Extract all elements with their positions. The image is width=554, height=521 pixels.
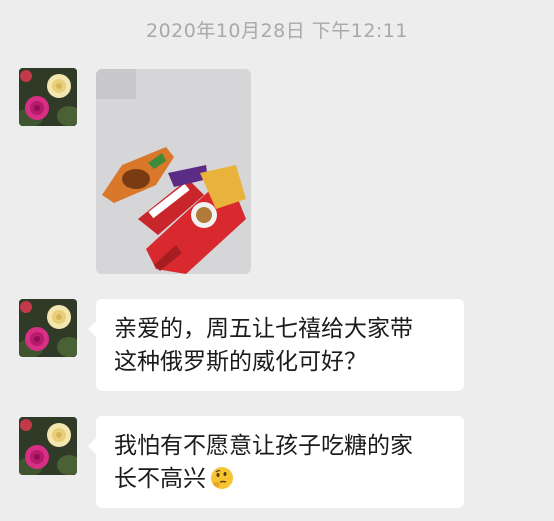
message-text-line-with-emoji: 长不高兴 — [114, 463, 448, 496]
message-text-line: 我怕有不愿意让孩子吃糖的家 — [114, 433, 413, 459]
thinking-face-icon — [211, 467, 233, 489]
candy-photo-message[interactable] — [96, 69, 251, 274]
sender-avatar[interactable] — [19, 299, 77, 357]
message-bubble[interactable]: 亲爱的，周五让七禧给大家带 这种俄罗斯的威化可好？ — [88, 299, 464, 391]
chat-timestamp: 2020年10月28日 下午12:11 — [145, 20, 408, 42]
rose-flowers-avatar-icon — [19, 68, 77, 126]
message-text-line: 这种俄罗斯的威化可好？ — [114, 349, 367, 375]
sender-avatar[interactable] — [19, 68, 77, 126]
candy-photo-image — [96, 69, 251, 274]
rose-flowers-avatar-icon — [19, 299, 77, 357]
rose-flowers-avatar-icon — [19, 417, 77, 475]
sender-avatar[interactable] — [19, 417, 77, 475]
message-text-segment: 长不高兴 — [114, 466, 206, 492]
message-bubble[interactable]: 我怕有不愿意让孩子吃糖的家 长不高兴 — [88, 416, 464, 508]
message-text-line: 亲爱的，周五让七禧给大家带 — [114, 316, 413, 342]
